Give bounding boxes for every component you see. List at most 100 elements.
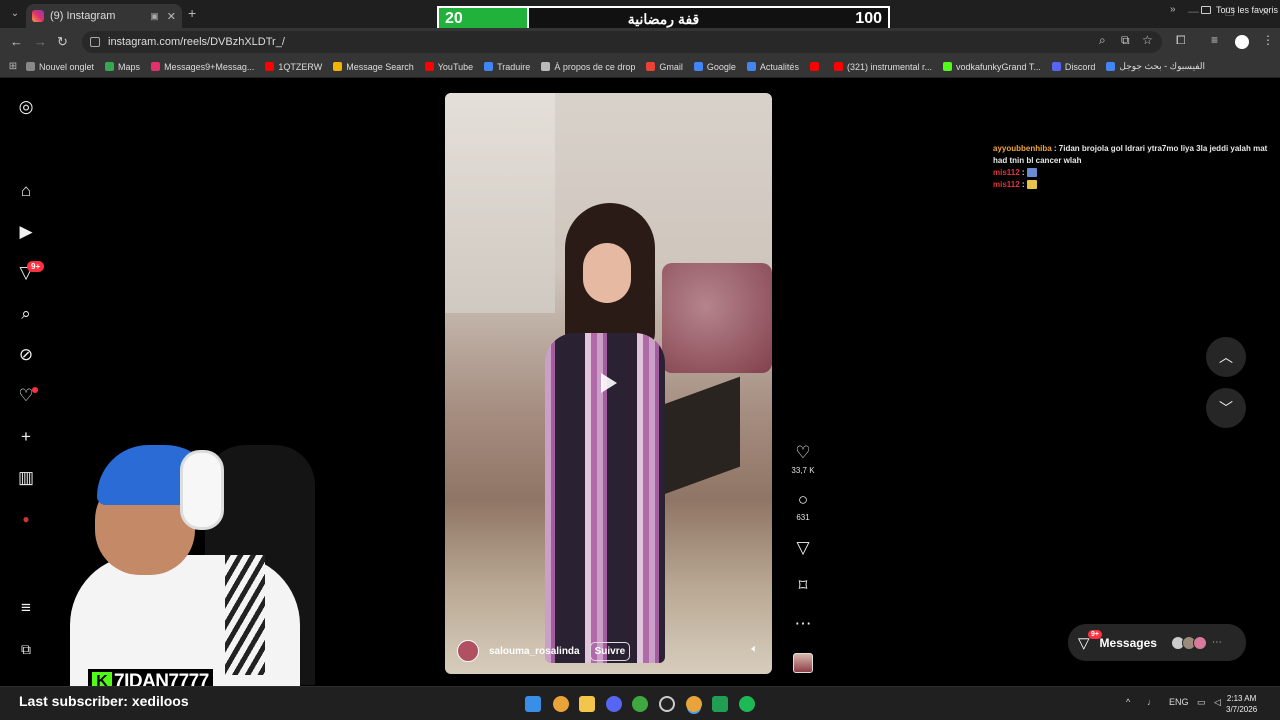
bookmark-item[interactable]: 1QTZERW	[265, 62, 322, 72]
bookmark-item[interactable]: Gmail	[646, 62, 683, 72]
bookmark-item[interactable]: vodkafunkyGrand T...	[943, 62, 1041, 72]
bookmark-item[interactable]: Actualités	[746, 62, 799, 72]
save-bookmark-icon[interactable]: ⌑	[788, 576, 818, 596]
forward-arrow-icon[interactable]: →	[34, 34, 47, 49]
instagram-logo-icon[interactable]: ◎	[17, 98, 35, 116]
back-arrow-icon[interactable]: ←	[10, 34, 23, 49]
bookmark-item[interactable]: Traduire	[484, 62, 530, 72]
network-icon[interactable]: ▭	[1197, 697, 1206, 708]
bookmark-item[interactable]	[809, 62, 823, 71]
reel-video[interactable]: salouma_rosalinda Suivre 🔈︎	[445, 93, 772, 674]
messages-pill[interactable]: ▽ 9+ Messages ⋯	[1068, 624, 1246, 661]
comment-icon[interactable]: ○	[788, 490, 818, 510]
reload-icon[interactable]: ↻	[57, 34, 68, 50]
bookmark-label: vodkafunkyGrand T...	[956, 61, 1041, 72]
microphone-icon[interactable]: ♩	[1147, 697, 1156, 707]
zoom-icon[interactable]: ⌕	[1099, 33, 1106, 48]
also-from-meta-icon[interactable]: ⧉	[17, 640, 35, 658]
profile-avatar-icon[interactable]: ●	[17, 510, 35, 528]
home-icon[interactable]: ⌂	[17, 182, 35, 200]
more-action: ⋯	[788, 614, 818, 634]
follow-button[interactable]: Suivre	[589, 641, 631, 661]
bookmark-item[interactable]: Google	[693, 62, 736, 72]
bookmark-item[interactable]: Nouvel onglet	[26, 62, 94, 72]
video-scene-person	[525, 203, 675, 663]
dashboard-chart-icon[interactable]: ▥	[17, 469, 35, 487]
new-tab-button[interactable]: +	[188, 5, 196, 21]
author-username[interactable]: salouma_rosalinda	[489, 646, 580, 657]
bookmark-label: Messages9+Messag...	[164, 61, 255, 72]
webcam-shirt	[70, 555, 300, 687]
chat-username: ayyoubbenhiba	[993, 144, 1052, 153]
like-heart-icon[interactable]: ♡	[788, 443, 818, 463]
previous-reel-button[interactable]: ︿	[1206, 337, 1246, 377]
bookmark-label: Discord	[1064, 61, 1096, 72]
search-icon[interactable]: ⌕	[17, 305, 35, 323]
profile-avatar[interactable]	[1235, 35, 1249, 49]
reels-icon[interactable]: ▶	[17, 223, 35, 241]
bookmarks-bar: ⊞ Nouvel onglet Maps Messages9+Messag... 1Q…	[0, 56, 1280, 78]
bookmark-item[interactable]: الفيسبوك - بحث جوجل	[1106, 61, 1205, 72]
share-paper-plane-icon[interactable]: ▽	[788, 538, 818, 558]
spotify-icon[interactable]	[739, 696, 755, 712]
language-indicator[interactable]: ENG	[1169, 697, 1189, 707]
chrome-menu-icon[interactable]: ⋮	[1262, 33, 1274, 47]
bookmark-item[interactable]: Messages9+Messag...	[151, 62, 254, 72]
obs-icon[interactable]	[659, 696, 675, 712]
bookmark-item[interactable]: À propos de ce drop	[541, 62, 635, 72]
chrome-icon[interactable]	[553, 696, 569, 712]
chat-text: :	[1019, 180, 1027, 189]
more-options-icon[interactable]: ⋯	[788, 614, 818, 634]
speaker-icon[interactable]: ◁	[1214, 697, 1221, 708]
clock-date: 3/7/2026	[1226, 705, 1258, 714]
all-bookmarks-label: Tous les favoris	[1216, 5, 1279, 15]
start-icon[interactable]	[525, 696, 541, 712]
more-bookmarks-icon[interactable]: »	[1170, 4, 1176, 15]
clock[interactable]: 2:13 AM 3/7/2026	[1226, 693, 1257, 715]
bookmark-star-icon[interactable]: ☆	[1142, 33, 1153, 47]
address-bar[interactable]: instagram.com/reels/DVBzhXLDTr_/	[82, 31, 1162, 53]
tab-search-chevron-icon[interactable]: ⌄	[6, 5, 24, 23]
tray-overflow-icon[interactable]: ^	[1126, 697, 1130, 707]
bookmark-item[interactable]: YouTube	[424, 62, 473, 72]
score-title: قفة رمضانية	[627, 11, 700, 27]
bookmark-item[interactable]: Message Search	[333, 62, 414, 72]
reading-list-icon[interactable]: ≡	[1211, 33, 1218, 47]
apps-grid-icon[interactable]: ⊞	[0, 61, 26, 72]
file-explorer-icon[interactable]	[579, 696, 595, 712]
bookmark-item[interactable]: Discord	[1051, 61, 1096, 72]
app-green-icon[interactable]	[632, 696, 648, 712]
author-avatar[interactable]	[457, 640, 479, 662]
bookmark-item[interactable]: Maps	[105, 62, 140, 72]
site-info-icon[interactable]	[90, 37, 100, 47]
bookmark-label: 1QTZERW	[278, 61, 323, 72]
volume-icon[interactable]: 🔈︎	[751, 643, 758, 656]
kick-taskbar-icon[interactable]	[712, 696, 728, 712]
instagram-icon	[151, 62, 161, 71]
discord-taskbar-icon[interactable]	[606, 696, 622, 712]
create-plus-icon[interactable]: +	[17, 428, 35, 446]
youtube-icon	[265, 62, 275, 71]
notification-dot	[32, 387, 38, 393]
tab-instagram[interactable]: (9) Instagram ▣ ✕	[26, 4, 182, 28]
bookmark-item[interactable]: (321) instrumental r...	[833, 62, 932, 72]
minimize-icon[interactable]: —	[1188, 6, 1199, 19]
play-icon[interactable]	[601, 373, 617, 393]
blank-icon	[26, 62, 35, 71]
chrome-active-icon[interactable]	[686, 696, 702, 712]
gmail-icon	[646, 62, 656, 71]
bookmark-label: Maps	[118, 61, 141, 72]
original-audio-thumbnail[interactable]	[793, 653, 813, 673]
extensions-icon[interactable]: ⧠	[1176, 33, 1186, 48]
score-max: 100	[855, 10, 882, 27]
next-reel-button[interactable]: ﹀	[1206, 388, 1246, 428]
install-app-icon[interactable]: ⧉	[1121, 33, 1130, 48]
media-playing-icon[interactable]: ▣	[150, 11, 159, 22]
bookmark-label: الفيسبوك - بحث جوجل	[1119, 61, 1205, 71]
more-menu-icon[interactable]: ≡	[17, 599, 35, 617]
tab-title: (9) Instagram	[50, 10, 116, 22]
close-tab-icon[interactable]: ✕	[167, 10, 176, 23]
like-count: 33,7 K	[791, 466, 815, 475]
all-bookmarks-button[interactable]: Tous les favoris	[1201, 5, 1278, 15]
explore-compass-icon[interactable]: ⊘	[17, 346, 35, 364]
